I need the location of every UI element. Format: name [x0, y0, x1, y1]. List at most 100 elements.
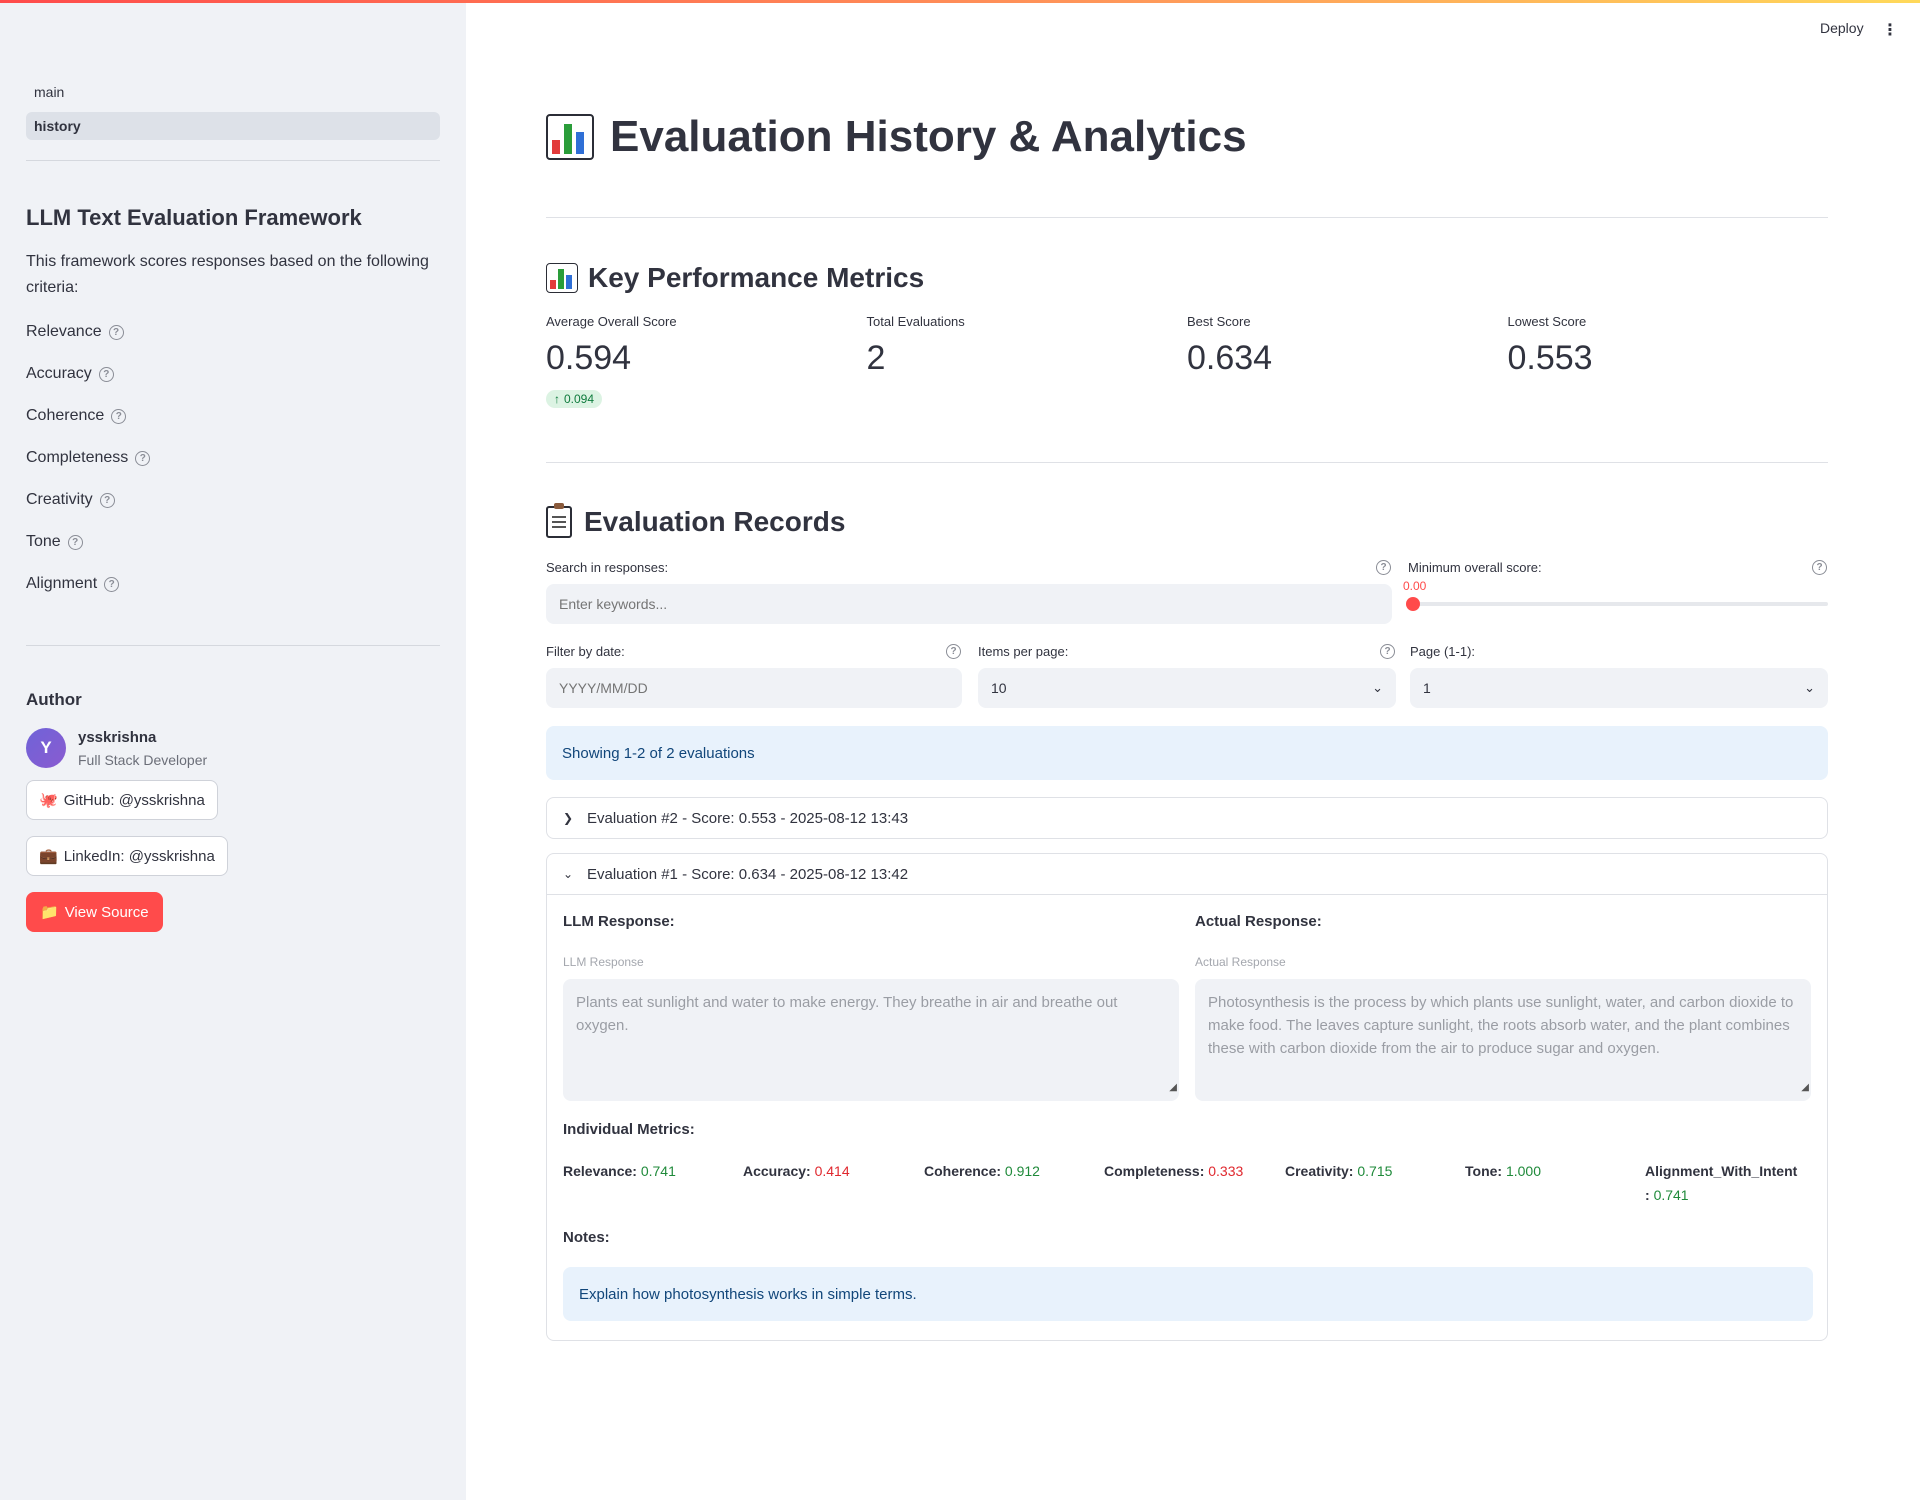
- metric-value: 1.000: [1505, 1163, 1542, 1179]
- kpi-best-score: Best Score 0.634: [1187, 314, 1508, 408]
- help-icon[interactable]: ?: [135, 450, 151, 466]
- linkedin-link-button[interactable]: 💼 LinkedIn: @ysskrishna: [26, 836, 228, 876]
- search-label: Search in responses:: [546, 560, 669, 575]
- divider: [546, 217, 1828, 218]
- evaluation-expander-2[interactable]: ❯ Evaluation #2 - Score: 0.553 - 2025-08…: [546, 797, 1828, 839]
- min-score-slider-thumb[interactable]: [1406, 597, 1420, 611]
- kpi-total-evaluations: Total Evaluations 2: [867, 314, 1188, 408]
- divider: [546, 462, 1828, 463]
- page-title: Evaluation History & Analytics: [546, 112, 1247, 162]
- resize-handle-icon[interactable]: ◢: [1801, 1076, 1809, 1099]
- page-select[interactable]: 1 ⌄: [1410, 668, 1828, 708]
- actual-response-heading: Actual Response:: [1195, 913, 1322, 930]
- bar-chart-icon: [546, 114, 594, 160]
- nav-item-main[interactable]: main: [26, 78, 440, 106]
- author-card: Y ysskrishna Full Stack Developer: [26, 728, 440, 768]
- metric-name: Accuracy:: [743, 1163, 811, 1179]
- briefcase-icon: 💼: [39, 848, 58, 865]
- kpi-delta-badge: ↑ 0.094: [546, 390, 603, 408]
- help-icon[interactable]: ?: [99, 492, 115, 508]
- kpi-value: 0.553: [1507, 339, 1593, 377]
- kpi-label: Lowest Score: [1507, 314, 1587, 329]
- view-source-button[interactable]: 📁 View Source: [26, 892, 163, 932]
- metric-value: 0.414: [814, 1163, 850, 1179]
- min-score-value: 0.00: [1403, 579, 1427, 593]
- metric-coherence: Coherence: 0.912: [924, 1159, 1040, 1183]
- chevron-down-icon: ⌄: [1372, 680, 1383, 695]
- date-filter-label: Filter by date:: [546, 644, 625, 659]
- linkedin-link-label: LinkedIn: @ysskrishna: [63, 847, 215, 865]
- sidebar-title: LLM Text Evaluation Framework: [26, 205, 362, 230]
- more-options-icon[interactable]: ⋮: [1882, 20, 1898, 40]
- help-icon[interactable]: ?: [1380, 644, 1395, 659]
- page-label: Page (1-1):: [1410, 644, 1476, 659]
- showing-info-box: Showing 1-2 of 2 evaluations: [546, 726, 1828, 780]
- help-icon[interactable]: ?: [108, 324, 124, 340]
- criterion-label: Relevance: [26, 323, 102, 340]
- page-value: 1: [1423, 680, 1431, 696]
- help-icon[interactable]: ?: [1376, 560, 1391, 575]
- individual-metrics-heading: Individual Metrics:: [563, 1121, 695, 1138]
- actual-response-textarea[interactable]: Photosynthesis is the process by which p…: [1195, 979, 1811, 1101]
- criterion-label: Tone: [26, 533, 61, 550]
- metric-value: 0.912: [1004, 1163, 1040, 1179]
- min-score-label: Minimum overall score:: [1408, 560, 1542, 575]
- expander-title: Evaluation #2 - Score: 0.553 - 2025-08-1…: [587, 809, 909, 827]
- metric-value: 0.715: [1357, 1163, 1393, 1179]
- criterion-label: Accuracy: [26, 365, 92, 382]
- kpi-value: 0.634: [1187, 339, 1273, 377]
- notes-heading: Notes:: [563, 1229, 610, 1246]
- metric-name: Relevance:: [563, 1163, 637, 1179]
- resize-handle-icon[interactable]: ◢: [1169, 1076, 1177, 1099]
- notes-box: Explain how photosynthesis works in simp…: [563, 1267, 1813, 1321]
- metric-value: 0.741: [1653, 1187, 1689, 1203]
- github-link-label: GitHub: @ysskrishna: [63, 791, 205, 809]
- kpi-row: Average Overall Score 0.594 ↑ 0.094 Tota…: [546, 314, 1828, 408]
- expander-header[interactable]: ⌄ Evaluation #1 - Score: 0.634 - 2025-08…: [547, 854, 1827, 894]
- metric-name: Completeness:: [1104, 1163, 1205, 1179]
- kpi-label: Average Overall Score: [546, 314, 677, 329]
- help-icon[interactable]: ?: [104, 576, 120, 592]
- criteria-list: Relevance? Accuracy? Coherence? Complete…: [26, 311, 440, 605]
- criterion-label: Alignment: [26, 575, 98, 592]
- arrow-up-icon: ↑: [554, 392, 560, 406]
- nav-item-history[interactable]: history: [26, 112, 440, 140]
- sidebar-description: This framework scores responses based on…: [26, 253, 429, 296]
- help-icon[interactable]: ?: [1812, 560, 1827, 575]
- metric-value: 0.333: [1208, 1163, 1244, 1179]
- chevron-down-icon: ⌄: [1804, 680, 1815, 695]
- help-icon[interactable]: ?: [111, 408, 127, 424]
- min-score-slider-track[interactable]: [1408, 602, 1828, 606]
- kpi-value: 2: [866, 339, 886, 377]
- metric-accuracy: Accuracy: 0.414: [743, 1159, 850, 1183]
- metric-name: Tone:: [1465, 1163, 1503, 1179]
- view-source-label: View Source: [64, 903, 149, 921]
- help-icon[interactable]: ?: [67, 534, 83, 550]
- github-link-button[interactable]: 🐙 GitHub: @ysskrishna: [26, 780, 218, 820]
- items-per-page-select[interactable]: 10 ⌄: [978, 668, 1396, 708]
- help-icon[interactable]: ?: [946, 644, 961, 659]
- avatar: Y: [26, 728, 66, 768]
- kpi-delta-value: 0.094: [564, 392, 595, 406]
- expander-header[interactable]: ❯ Evaluation #2 - Score: 0.553 - 2025-08…: [547, 798, 1827, 838]
- author-name: ysskrishna: [78, 728, 157, 746]
- date-filter-input[interactable]: [546, 668, 962, 708]
- records-section-title: Evaluation Records: [546, 503, 846, 538]
- metric-creativity: Creativity: 0.715: [1285, 1159, 1392, 1183]
- criterion-tone: Tone?: [26, 521, 440, 563]
- author-role: Full Stack Developer: [78, 751, 208, 768]
- records-section-title-text: Evaluation Records: [584, 506, 846, 537]
- deploy-button[interactable]: Deploy: [1820, 20, 1864, 36]
- author-heading: Author: [26, 690, 82, 709]
- kpi-label: Best Score: [1187, 314, 1251, 329]
- search-input[interactable]: [546, 584, 1392, 624]
- items-per-page-value: 10: [991, 680, 1007, 696]
- llm-response-text: Plants eat sunlight and water to make en…: [576, 994, 1118, 1034]
- github-icon: 🐙: [39, 792, 58, 809]
- llm-response-field-label: LLM Response: [563, 955, 644, 969]
- metric-value: 0.741: [640, 1163, 676, 1179]
- llm-response-textarea[interactable]: Plants eat sunlight and water to make en…: [563, 979, 1179, 1101]
- criterion-label: Coherence: [26, 407, 105, 424]
- help-icon[interactable]: ?: [98, 366, 114, 382]
- criterion-accuracy: Accuracy?: [26, 353, 440, 395]
